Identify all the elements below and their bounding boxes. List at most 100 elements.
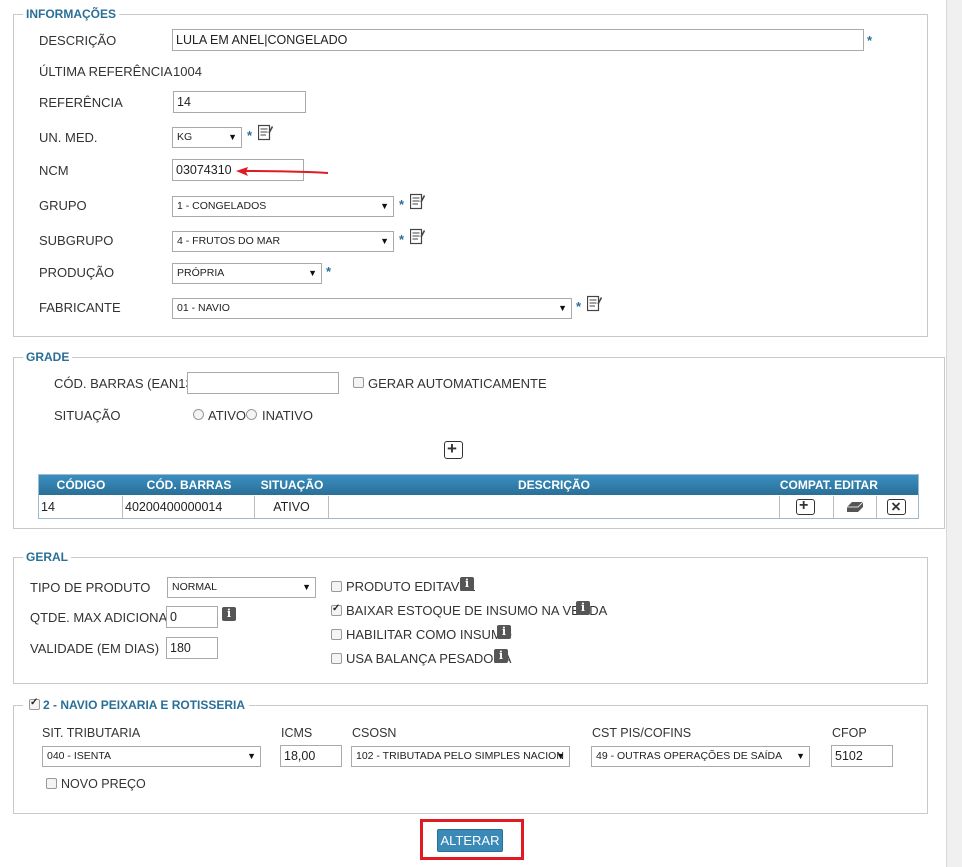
producao-select[interactable]: PRÓPRIA ▼ [172, 263, 322, 284]
subgrupo-select[interactable]: 4 - FRUTOS DO MAR ▼ [172, 231, 394, 252]
grupo-label: GRUPO [39, 198, 87, 213]
producao-label: PRODUÇÃO [39, 265, 115, 280]
grade-table: CÓDIGO CÓD. BARRAS SITUAÇÃO DESCRIÇÃO CO… [38, 474, 919, 519]
unmed-select[interactable]: KG ▼ [172, 127, 242, 148]
ultima-referencia-label: ÚLTIMA REFERÊNCIA [39, 64, 173, 79]
qtde-adicionais-label: QTDE. MAX ADICIONAIS [30, 610, 180, 625]
cell-delete [877, 496, 918, 518]
caret-down-icon: ▼ [247, 751, 256, 761]
caret-down-icon: ▼ [556, 751, 565, 761]
table-row: 14 40200400000014 ATIVO + [39, 496, 918, 518]
tipo-produto-label: TIPO DE PRODUTO [30, 580, 151, 595]
required-mark: * [576, 299, 582, 314]
grade-table-header: CÓDIGO CÓD. BARRAS SITUAÇÃO DESCRIÇÃO CO… [39, 475, 918, 495]
info-icon[interactable]: i [576, 601, 590, 615]
scrollbar[interactable] [947, 0, 962, 867]
usa-balanca-checkbox[interactable] [331, 653, 342, 664]
cell-editar [834, 496, 877, 518]
situacao-label: SITUAÇÃO [54, 408, 121, 423]
cfop-input[interactable]: 5102 [831, 745, 893, 767]
produto-editavel-label: PRODUTO EDITAVEL [346, 579, 476, 594]
referencia-input[interactable]: 14 [173, 91, 306, 113]
caret-down-icon: ▼ [308, 268, 317, 278]
usa-balanca-label: USA BALANÇA PESADORA [346, 651, 512, 666]
tipo-produto-value: NORMAL [172, 581, 217, 593]
cst-pis-cofins-label: CST PIS/COFINS [592, 726, 692, 740]
grupo-value: 1 - CONGELADOS [177, 200, 267, 212]
cell-compat: + [780, 496, 834, 518]
col-descricao: DESCRIÇÃO [517, 478, 590, 492]
edit-note-icon[interactable] [258, 124, 273, 141]
edit-note-icon[interactable] [410, 228, 425, 245]
ultima-referencia-value: 1004 [173, 64, 202, 79]
informacoes-legend: INFORMAÇÕES [23, 7, 119, 21]
producao-value: PRÓPRIA [177, 267, 225, 279]
icms-label: ICMS [281, 726, 313, 740]
novo-preco-checkbox[interactable] [46, 778, 57, 789]
alterar-button[interactable]: ALTERAR [437, 829, 503, 852]
form-page: INFORMAÇÕES DESCRIÇÃO LULA EM ANEL|CONGE… [0, 0, 947, 867]
novo-preco-label: NOVO PREÇO [61, 777, 146, 791]
cell-situacao: ATIVO [255, 496, 329, 518]
cst-pis-cofins-value: 49 - OUTRAS OPERAÇÕES DE SAÍDA [596, 750, 783, 762]
subgrupo-value: 4 - FRUTOS DO MAR [177, 235, 281, 247]
gerar-auto-label: GERAR AUTOMATICAMENTE [368, 376, 547, 391]
add-grade-button[interactable]: + [444, 439, 463, 459]
validade-label: VALIDADE (EM DIAS) [30, 641, 160, 656]
fabricante-select[interactable]: 01 - NAVIO ▼ [172, 298, 572, 319]
delete-row-button[interactable] [887, 499, 906, 515]
sit-tributaria-select[interactable]: 040 - ISENTA ▼ [42, 746, 261, 767]
sit-tributaria-label: SIT. TRIBUTARIA [42, 726, 141, 740]
cell-cod-barras: 40200400000014 [123, 496, 255, 518]
inativo-radio[interactable] [246, 409, 257, 420]
codbarras-label: CÓD. BARRAS (EAN13) [54, 376, 198, 391]
tipo-produto-select[interactable]: NORMAL ▼ [167, 577, 316, 598]
csosn-select[interactable]: 102 - TRIBUTADA PELO SIMPLES NACION ▼ [351, 746, 570, 767]
descricao-label: DESCRIÇÃO [39, 33, 117, 48]
descricao-input[interactable]: LULA EM ANEL|CONGELADO [172, 29, 864, 51]
unmed-value: KG [177, 131, 193, 143]
edit-stack-icon[interactable] [846, 501, 864, 513]
info-icon[interactable]: i [497, 625, 511, 639]
codbarras-input[interactable] [187, 372, 339, 394]
icms-input[interactable]: 18,00 [280, 745, 342, 767]
ncm-label: NCM [39, 163, 69, 178]
info-icon[interactable]: i [222, 607, 236, 621]
loja-checkbox[interactable] [29, 697, 40, 710]
sit-tributaria-value: 040 - ISENTA [47, 750, 111, 762]
caret-down-icon: ▼ [380, 236, 389, 246]
geral-legend: GERAL [23, 550, 71, 564]
gerar-auto-checkbox[interactable] [353, 377, 364, 388]
required-mark: * [399, 197, 405, 212]
habilitar-insumo-checkbox[interactable] [331, 629, 342, 640]
required-mark: * [867, 33, 873, 48]
plus-square-icon: + [799, 497, 809, 514]
produto-editavel-checkbox[interactable] [331, 581, 342, 592]
csosn-label: CSOSN [352, 726, 397, 740]
edit-note-icon[interactable] [587, 295, 602, 312]
informacoes-fieldset [13, 14, 928, 337]
ativo-radio[interactable] [193, 409, 204, 420]
col-compat: COMPAT. [779, 478, 833, 492]
compat-add-button[interactable]: + [796, 497, 815, 515]
cfop-label: CFOP [832, 726, 867, 740]
validade-input[interactable]: 180 [166, 637, 218, 659]
informacoes-topline [13, 14, 928, 15]
referencia-label: REFERÊNCIA [39, 95, 123, 110]
col-editar: EDITAR [834, 478, 878, 492]
fabricante-value: 01 - NAVIO [177, 302, 230, 314]
info-icon[interactable]: i [494, 649, 508, 663]
grade-legend: GRADE [23, 350, 73, 364]
ativo-label: ATIVO [208, 408, 247, 423]
info-icon[interactable]: i [460, 577, 474, 591]
qtde-adicionais-input[interactable]: 0 [166, 606, 218, 628]
plus-square-icon: + [447, 439, 457, 458]
caret-down-icon: ▼ [796, 751, 805, 761]
required-mark: * [399, 232, 405, 247]
required-mark: * [247, 128, 253, 143]
cst-pis-cofins-select[interactable]: 49 - OUTRAS OPERAÇÕES DE SAÍDA ▼ [591, 746, 810, 767]
col-situacao: SITUAÇÃO [260, 478, 324, 492]
edit-note-icon[interactable] [410, 193, 425, 210]
baixar-estoque-checkbox[interactable] [331, 603, 342, 616]
grupo-select[interactable]: 1 - CONGELADOS ▼ [172, 196, 394, 217]
